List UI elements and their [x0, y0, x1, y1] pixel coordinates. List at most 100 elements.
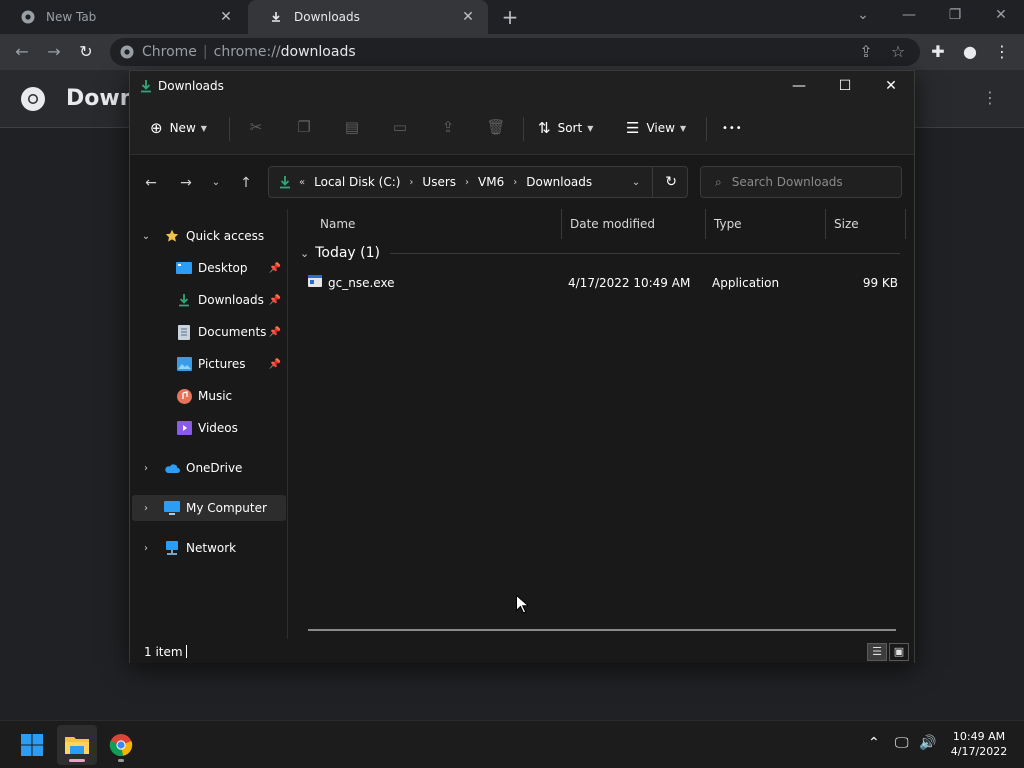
tab-new-tab[interactable]: New Tab ✕	[0, 0, 246, 34]
more-icon[interactable]: ⋮	[982, 88, 998, 107]
up-icon[interactable]: ↑	[236, 173, 256, 193]
sort-icon: ⇅	[538, 119, 551, 137]
new-tab-button[interactable]: +	[498, 5, 522, 29]
search-input[interactable]: ⌕ Search Downloads	[700, 166, 902, 198]
cut-icon[interactable]: ✂	[246, 118, 266, 138]
rename-icon[interactable]: ▭	[390, 118, 410, 138]
pin-icon[interactable]: 📌	[268, 263, 282, 274]
back-icon[interactable]: ←	[10, 40, 34, 64]
overflow-icon[interactable]: «	[299, 177, 305, 188]
close-icon[interactable]: ✕	[216, 9, 236, 25]
breadcrumb-downloads[interactable]: Downloads	[526, 175, 592, 189]
reload-icon[interactable]: ↻	[74, 40, 98, 64]
clock-date: 4/17/2022	[950, 745, 1008, 758]
pin-icon[interactable]: 📌	[268, 359, 282, 370]
window-title: Downloads	[158, 79, 224, 93]
taskbar: ⌃ 🖵 🔊 10:49 AM 4/17/2022	[0, 720, 1024, 768]
more-options-button[interactable]: •••	[722, 115, 743, 141]
chevron-right-icon[interactable]: ›	[140, 503, 152, 514]
pin-icon[interactable]: 📌	[268, 327, 282, 338]
breadcrumb-users[interactable]: Users	[422, 175, 456, 189]
horizontal-scrollbar[interactable]	[308, 629, 896, 631]
close-icon[interactable]: ✕	[458, 9, 478, 25]
nav-desktop[interactable]: Desktop 📌	[132, 255, 286, 281]
tab-label: Downloads	[294, 10, 360, 24]
chrome-logo-icon	[20, 86, 46, 116]
close-window-icon[interactable]: ✕	[978, 0, 1024, 32]
recent-locations-icon[interactable]: ⌄	[206, 173, 226, 193]
extensions-icon[interactable]: ✚	[926, 40, 950, 64]
chrome-icon	[109, 734, 133, 757]
nav-documents[interactable]: Documents 📌	[132, 319, 286, 345]
sort-button[interactable]: ⇅ Sort ▼	[538, 115, 593, 141]
chevron-right-icon[interactable]: ›	[140, 463, 152, 474]
chevron-down-icon[interactable]: ⌄	[140, 231, 152, 242]
share-icon[interactable]: ⇪	[438, 118, 458, 138]
omnibox[interactable]: Chrome | chrome://downloads	[110, 38, 920, 66]
pin-icon[interactable]: 📌	[268, 295, 282, 306]
nav-onedrive[interactable]: › OneDrive	[132, 455, 286, 481]
column-header-date-modified[interactable]: Date modified	[562, 209, 706, 239]
group-header-today[interactable]: ⌄ Today (1)	[300, 241, 900, 265]
restore-icon[interactable]: ❐	[932, 0, 978, 32]
address-row: ← → ⌄ ↑ « Local Disk (C:) › Users › VM6 …	[130, 155, 914, 209]
network-icon[interactable]: 🖵	[895, 735, 909, 751]
nav-quick-access[interactable]: ⌄ Quick access	[132, 223, 286, 249]
menu-icon[interactable]: ⋮	[990, 40, 1014, 64]
volume-icon[interactable]: 🔊	[919, 735, 936, 751]
star-icon[interactable]: ☆	[886, 40, 910, 64]
clock-time: 10:49 AM	[952, 730, 1006, 743]
clock[interactable]: 10:49 AM 4/17/2022	[946, 729, 1012, 759]
column-header-name[interactable]: Name	[312, 209, 562, 239]
chevron-right-icon[interactable]: ›	[513, 177, 517, 188]
delete-icon[interactable]: 🗑	[486, 118, 506, 138]
chevron-right-icon[interactable]: ›	[465, 177, 469, 188]
column-header-type[interactable]: Type	[706, 209, 826, 239]
chevron-right-icon[interactable]: ›	[140, 543, 152, 554]
new-button[interactable]: ⊕ New ▼	[150, 115, 207, 141]
chevron-up-icon[interactable]: ⌃	[868, 735, 880, 751]
forward-icon[interactable]: →	[176, 173, 196, 193]
breadcrumb-vm6[interactable]: VM6	[478, 175, 504, 189]
taskbar-file-explorer[interactable]	[57, 725, 97, 765]
nav-videos[interactable]: Videos	[132, 415, 286, 441]
close-icon[interactable]: ✕	[868, 71, 914, 101]
file-row[interactable]: gc_nse.exe 4/17/2022 10:49 AM Applicatio…	[300, 271, 900, 295]
chevron-right-icon[interactable]: ›	[409, 177, 413, 188]
refresh-icon[interactable]: ↻	[665, 174, 677, 190]
nav-my-computer[interactable]: › My Computer	[132, 495, 286, 521]
minimize-icon[interactable]: —	[886, 0, 932, 32]
nav-network[interactable]: › Network	[132, 535, 286, 561]
omnibox-divider: |	[202, 44, 208, 60]
plus-circle-icon: ⊕	[150, 119, 163, 137]
status-bar: 1 item ☰ ▣	[130, 639, 914, 663]
address-bar[interactable]: « Local Disk (C:) › Users › VM6 › Downlo…	[268, 166, 688, 198]
nav-music[interactable]: Music	[132, 383, 286, 409]
tab-search-icon[interactable]: ⌄	[840, 0, 886, 32]
minimize-icon[interactable]: —	[776, 71, 822, 101]
forward-icon[interactable]: →	[42, 40, 66, 64]
tab-downloads[interactable]: Downloads ✕	[248, 0, 488, 34]
chevron-down-icon[interactable]: ⌄	[632, 177, 640, 188]
breadcrumb-local-disk[interactable]: Local Disk (C:)	[314, 175, 400, 189]
tiles-view-icon[interactable]: ▣	[889, 643, 909, 661]
maximize-icon[interactable]: ☐	[822, 71, 868, 101]
application-icon	[308, 275, 322, 290]
start-button[interactable]	[12, 725, 52, 765]
view-button[interactable]: ☰ View ▼	[626, 115, 686, 141]
share-icon[interactable]: ⇪	[854, 40, 878, 64]
nav-downloads[interactable]: Downloads 📌	[132, 287, 286, 313]
column-header-size[interactable]: Size	[826, 209, 906, 239]
view-list-icon: ☰	[626, 119, 640, 137]
profile-icon[interactable]: ●	[958, 40, 982, 64]
back-icon[interactable]: ←	[141, 173, 161, 193]
chevron-down-icon[interactable]: ⌄	[300, 247, 309, 260]
file-list-pane: Name Date modified Type Size ⌄ Today (1)…	[290, 209, 914, 639]
paste-icon[interactable]: ▤	[342, 118, 362, 138]
nav-pictures[interactable]: Pictures 📌	[132, 351, 286, 377]
taskbar-chrome[interactable]	[101, 725, 141, 765]
copy-icon[interactable]: ❐	[294, 118, 314, 138]
computer-icon	[164, 500, 180, 516]
details-view-icon[interactable]: ☰	[867, 643, 887, 661]
divider	[523, 117, 524, 141]
